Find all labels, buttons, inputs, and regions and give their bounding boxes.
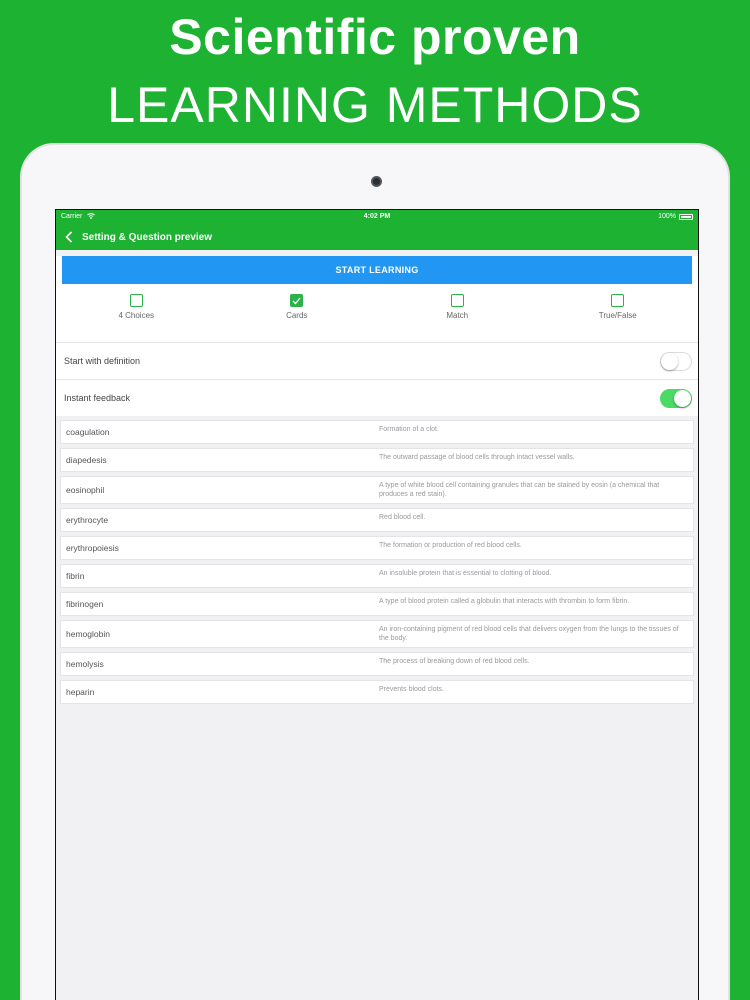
mode-checkbox[interactable] (129, 294, 143, 307)
instant-feedback-toggle[interactable] (660, 388, 692, 408)
definition-text: An insoluble protein that is essential t… (379, 570, 552, 577)
camera-icon (371, 176, 382, 187)
definition-text: A type of white blood cell containing gr… (379, 482, 660, 498)
definition-text: Formation of a clot. (379, 426, 439, 433)
mode-cards[interactable]: Cards (217, 294, 378, 342)
term-text: hemoglobin (66, 629, 110, 639)
term-text: coagulation (66, 427, 110, 437)
definition-text: Red blood cell. (379, 514, 426, 521)
mode-match[interactable]: Match (377, 294, 538, 342)
start-learning-button[interactable]: START LEARNING (62, 256, 692, 284)
list-item[interactable]: erythropoiesis The formation or producti… (60, 536, 694, 560)
mode-label: Cards (286, 311, 308, 320)
term-text: erythrocyte (66, 515, 109, 525)
headline-line-1: Scientific proven (169, 9, 581, 65)
navigation-bar: Setting & Question preview (56, 224, 698, 250)
mode-true-false[interactable]: True/False (538, 294, 699, 342)
mode-label: True/False (598, 311, 637, 320)
list-item[interactable]: erythrocyte Red blood cell. (60, 508, 694, 532)
battery-percent: 100% (658, 213, 676, 220)
ipad-device-frame: Carrier 4:02 PM 100% Setting & Question … (20, 143, 730, 1000)
mode-label: 4 Choices (118, 311, 155, 320)
term-text: eosinophil (66, 485, 105, 495)
mode-checkbox[interactable] (450, 294, 464, 307)
term-text: fibrinogen (66, 599, 104, 609)
setting-start-with-definition: Start with definition (56, 342, 698, 379)
list-item[interactable]: fibrin An insoluble protein that is esse… (60, 564, 694, 588)
definition-text: Prevents blood clots. (379, 686, 444, 693)
toggle-knob (661, 352, 678, 370)
term-text: hemolysis (66, 659, 104, 669)
term-list: coagulation Formation of a clot. diapede… (56, 416, 698, 704)
term-text: erythropoiesis (66, 543, 119, 553)
term-text: fibrin (66, 571, 85, 581)
term-text: diapedesis (66, 455, 107, 465)
app-screen: Carrier 4:02 PM 100% Setting & Question … (55, 209, 699, 1000)
setting-label: Start with definition (64, 356, 141, 366)
headline-line-2: LEARNING METHODS (107, 77, 643, 133)
setting-label: Instant feedback (64, 393, 131, 403)
learning-mode-selector: 4 Choices Cards Match True/False (56, 284, 698, 342)
list-item[interactable]: fibrinogen A type of blood protein calle… (60, 592, 694, 616)
mode-4-choices[interactable]: 4 Choices (56, 294, 217, 342)
list-item[interactable]: hemolysis The process of breaking down o… (60, 652, 694, 676)
back-chevron-icon[interactable] (62, 229, 76, 245)
status-time: 4:02 PM (363, 213, 391, 220)
definition-text: A type of blood protein called a globuli… (379, 598, 630, 605)
status-bar: Carrier 4:02 PM 100% (56, 210, 698, 224)
term-text: heparin (66, 687, 95, 697)
definition-text: The process of breaking down of red bloo… (379, 658, 530, 665)
list-item[interactable]: hemoglobin An iron-containing pigment of… (60, 620, 694, 648)
list-item[interactable]: diapedesis The outward passage of blood … (60, 448, 694, 472)
mode-checkbox[interactable] (611, 294, 625, 307)
mode-checkbox-checked[interactable] (290, 294, 304, 307)
definition-text: The formation or production of red blood… (379, 542, 522, 549)
list-item[interactable]: eosinophil A type of white blood cell co… (60, 476, 694, 504)
definition-text: An iron-containing pigment of red blood … (379, 626, 679, 642)
checkmark-icon (292, 297, 301, 304)
battery-status: 100% (658, 213, 693, 220)
list-item[interactable]: heparin Prevents blood clots. (60, 680, 694, 704)
nav-title: Setting & Question preview (82, 231, 213, 243)
mode-label: Match (446, 311, 469, 320)
battery-icon (679, 213, 693, 220)
list-item[interactable]: coagulation Formation of a clot. (60, 420, 694, 444)
toggle-knob (674, 389, 691, 407)
definition-text: The outward passage of blood cells throu… (379, 454, 575, 461)
setting-instant-feedback: Instant feedback (56, 379, 698, 416)
settings-panel: START LEARNING 4 Choices Cards Match Tru… (56, 256, 698, 416)
start-with-definition-toggle[interactable] (660, 351, 692, 371)
